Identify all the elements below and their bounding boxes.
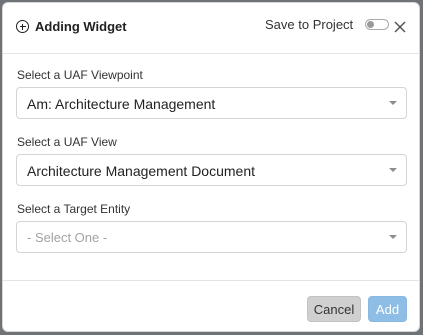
target-entity-placeholder: - Select One - <box>27 230 108 245</box>
save-to-project: Save to Project <box>265 17 390 32</box>
uaf-view-select[interactable]: Architecture Management Document <box>16 154 407 186</box>
uaf-viewpoint-label: Select a UAF Viewpoint <box>17 68 143 82</box>
cancel-button[interactable]: Cancel <box>307 296 361 322</box>
target-entity-select[interactable]: - Select One - <box>16 221 407 253</box>
uaf-view-value: Architecture Management Document <box>27 163 255 179</box>
caret-down-icon <box>389 101 397 105</box>
close-icon[interactable] <box>393 20 407 34</box>
uaf-viewpoint-select[interactable]: Am: Architecture Management <box>16 87 407 119</box>
target-entity-label: Select a Target Entity <box>17 202 131 216</box>
save-to-project-label: Save to Project <box>265 17 354 32</box>
uaf-viewpoint-value: Am: Architecture Management <box>27 96 216 112</box>
plus-circle-icon <box>16 20 29 33</box>
add-button[interactable]: Add <box>368 296 407 322</box>
dialog-footer: Cancel Add <box>3 280 419 331</box>
dialog-title: Adding Widget <box>35 19 127 34</box>
toggle-knob <box>367 21 375 28</box>
adding-widget-dialog: Adding Widget Save to Project Select a U… <box>2 2 420 332</box>
uaf-view-label: Select a UAF View <box>17 135 117 149</box>
caret-down-icon <box>389 168 397 172</box>
dialog-title-wrap: Adding Widget <box>16 19 127 34</box>
dialog-header: Adding Widget Save to Project <box>3 3 419 54</box>
caret-down-icon <box>389 235 397 239</box>
save-to-project-toggle[interactable] <box>365 19 390 30</box>
